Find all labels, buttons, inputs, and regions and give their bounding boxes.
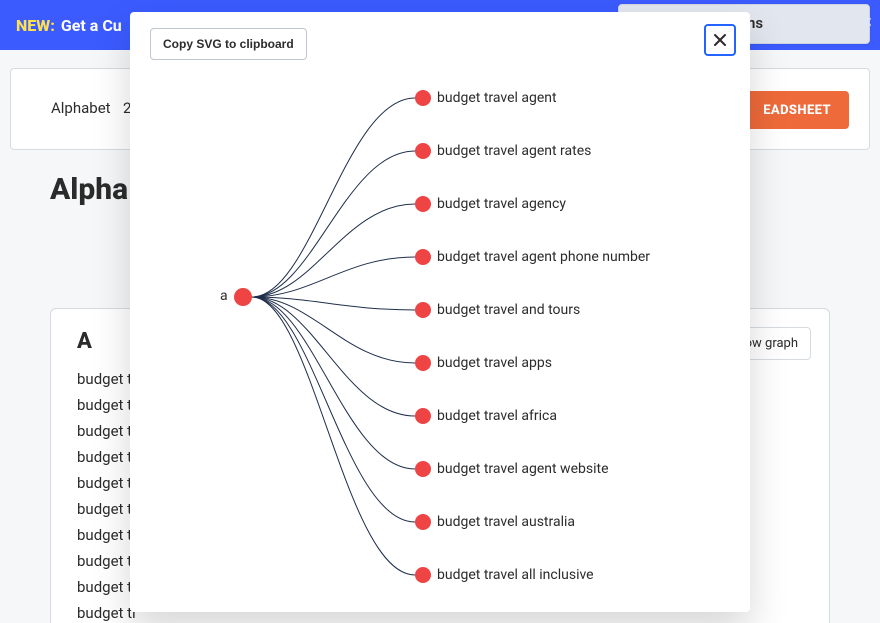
close-icon[interactable]: × [862, 14, 872, 32]
close-icon [712, 32, 728, 48]
copy-svg-button[interactable]: Copy SVG to clipboard [150, 28, 307, 60]
promo-text: Get a Cu [61, 16, 122, 35]
graph-node-label: budget travel all inclusive [437, 567, 594, 583]
graph-root-label: a [220, 288, 228, 304]
graph-node-label: budget travel and tours [437, 302, 580, 318]
alphabet-label: Alphabet [51, 99, 111, 117]
keyword-graph: a budget travel agent budget travel agent … [130, 62, 750, 612]
graph-node-label: budget travel apps [437, 355, 552, 371]
graph-modal: Copy SVG to clipboard a budget travel age… [130, 12, 750, 612]
graph-node-label: budget travel agent website [437, 461, 609, 477]
graph-node-label: budget travel australia [437, 514, 575, 530]
graph-node-label: budget travel africa [437, 408, 557, 424]
graph-node-label: budget travel agency [437, 196, 566, 212]
close-modal-button[interactable] [704, 24, 736, 56]
promo-new-badge: NEW: [16, 16, 55, 35]
export-spreadsheet-button[interactable]: EADSHEET [745, 91, 849, 129]
graph-node-label: budget travel agent rates [437, 143, 591, 159]
graph-node-label: budget travel agent [437, 90, 557, 106]
graph-node-label: budget travel agent phone number [437, 249, 650, 265]
